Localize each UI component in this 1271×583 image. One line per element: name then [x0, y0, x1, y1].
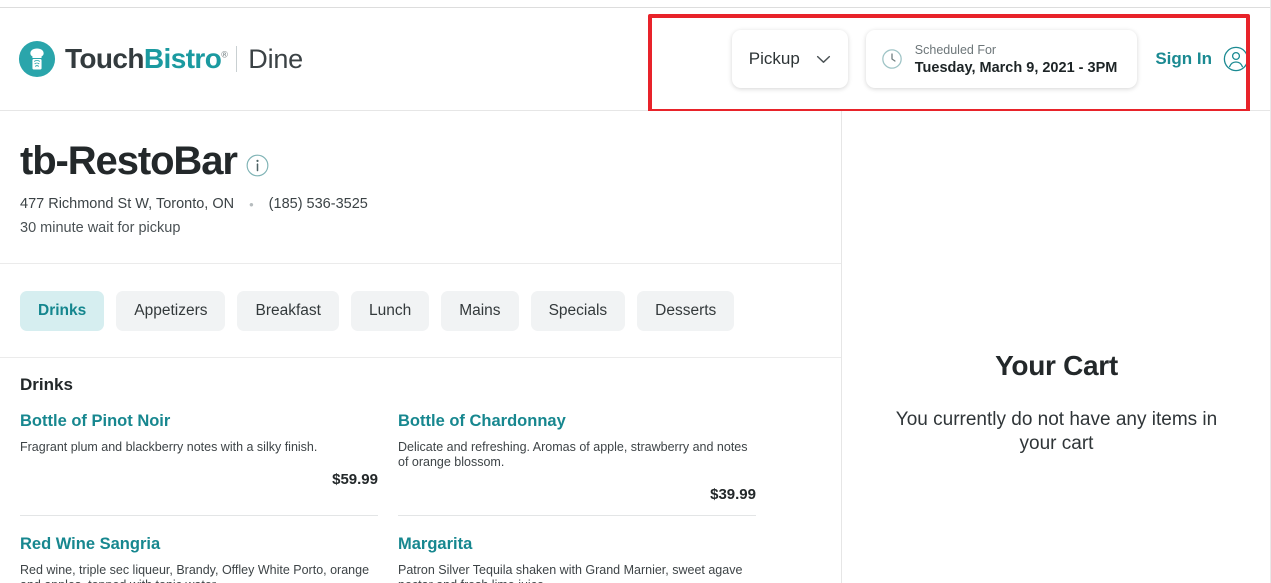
registered-mark: ®: [221, 49, 228, 60]
menu-item-price: $39.99: [710, 486, 756, 503]
menu-items-grid: Bottle of Pinot Noir Fragrant plum and bl…: [0, 395, 841, 583]
menu-item-name: Bottle of Chardonnay: [398, 412, 566, 430]
header-controls-group: Pickup Scheduled For Tuesday, March 9, 2…: [731, 30, 1271, 88]
tab-mains[interactable]: Mains: [441, 291, 519, 331]
tab-lunch[interactable]: Lunch: [350, 291, 430, 331]
tab-label: Lunch: [368, 302, 412, 319]
sign-in-button[interactable]: Sign In: [1155, 46, 1249, 72]
tab-specials[interactable]: Specials: [530, 291, 626, 331]
menu-item-name: Red Wine Sangria: [20, 535, 161, 553]
restaurant-title-row: tb-RestoBar: [20, 139, 841, 184]
menu-item[interactable]: Margarita Patron Silver Tequila shaken wi…: [398, 535, 756, 583]
menu-item[interactable]: Bottle of Chardonnay Delicate and refresh…: [398, 412, 756, 516]
brand-wordmark: TouchBistro® Dine: [65, 43, 303, 75]
menu-item-price: $59.99: [332, 471, 378, 488]
menu-item-description: Red wine, triple sec liqueur, Brandy, Of…: [20, 563, 370, 583]
tab-breakfast[interactable]: Breakfast: [237, 291, 339, 331]
restaurant-phone: (185) 536-3525: [268, 196, 368, 212]
tab-label: Appetizers: [134, 302, 208, 319]
restaurant-address: 477 Richmond St W, Toronto, ON: [20, 196, 235, 212]
restaurant-info: tb-RestoBar 477 Richmond St W, Toronto, …: [0, 111, 841, 236]
scheduled-for-text: Scheduled For Tuesday, March 9, 2021 - 3…: [915, 43, 1118, 76]
cart-empty-message: You currently do not have any items in y…: [895, 409, 1218, 455]
user-circle-icon: [1223, 46, 1249, 72]
chevron-down-icon: [816, 55, 830, 63]
menu-item-name: Margarita: [398, 535, 473, 553]
site-header: TouchBistro® Dine Pickup Scheduled For Tu…: [0, 8, 1271, 111]
tab-label: Desserts: [655, 302, 717, 319]
order-type-dropdown[interactable]: Pickup: [731, 30, 848, 88]
scheduled-for-caption: Scheduled For: [914, 42, 997, 57]
menu-item-description: Delicate and refreshing. Aromas of apple…: [398, 440, 748, 469]
tab-label: Specials: [548, 302, 608, 319]
touchbistro-chef-hat-logo-icon: [18, 40, 56, 78]
scheduled-for-value: Tuesday, March 9, 2021 - 3PM: [914, 59, 1118, 76]
cart-panel: Your Cart You currently do not have any …: [842, 111, 1271, 583]
page-title: tb-RestoBar: [20, 139, 238, 183]
menu-item-description: Fragrant plum and blackberry notes with …: [20, 440, 318, 454]
menu-item[interactable]: Bottle of Pinot Noir Fragrant plum and bl…: [20, 412, 378, 516]
brand-divider: [236, 46, 238, 72]
brand-touch-text: Touch: [65, 43, 145, 74]
wait-time-label: 30 minute wait for pickup: [20, 220, 181, 236]
meta-separator: •: [249, 196, 254, 212]
tab-label: Drinks: [38, 302, 87, 319]
tab-drinks[interactable]: Drinks: [20, 291, 105, 331]
menu-item-description: Patron Silver Tequila shaken with Grand …: [398, 563, 743, 583]
category-tabs: Drinks Appetizers Breakfast Lunch Mains Speci…: [0, 264, 841, 331]
tab-desserts[interactable]: Desserts: [637, 291, 735, 331]
restaurant-contact: 477 Richmond St W, Toronto, ON • (185) 5…: [20, 196, 841, 212]
tab-label: Breakfast: [255, 302, 321, 319]
menu-section-title: Drinks: [20, 375, 73, 394]
dine-ordering-page: TouchBistro® Dine Pickup Scheduled For Tu…: [0, 0, 1271, 583]
menu-panel: tb-RestoBar 477 Richmond St W, Toronto, …: [0, 111, 841, 583]
scheduled-for-selector[interactable]: Scheduled For Tuesday, March 9, 2021 - 3…: [865, 30, 1138, 88]
tab-appetizers[interactable]: Appetizers: [116, 291, 226, 331]
cart-title: Your Cart: [995, 350, 1118, 381]
sign-in-label: Sign In: [1155, 49, 1212, 68]
product-name: Dine: [248, 44, 303, 74]
brand-logo-group[interactable]: TouchBistro® Dine: [0, 40, 303, 78]
menu-item[interactable]: Red Wine Sangria Red wine, triple sec liq…: [20, 535, 378, 583]
clock-icon: [881, 49, 902, 69]
tab-label: Mains: [459, 302, 501, 319]
brand-bistro-text: Bistro: [143, 43, 222, 74]
menu-item-name: Bottle of Pinot Noir: [20, 412, 171, 430]
info-circle-icon[interactable]: [246, 154, 269, 177]
order-type-label: Pickup: [748, 49, 800, 68]
